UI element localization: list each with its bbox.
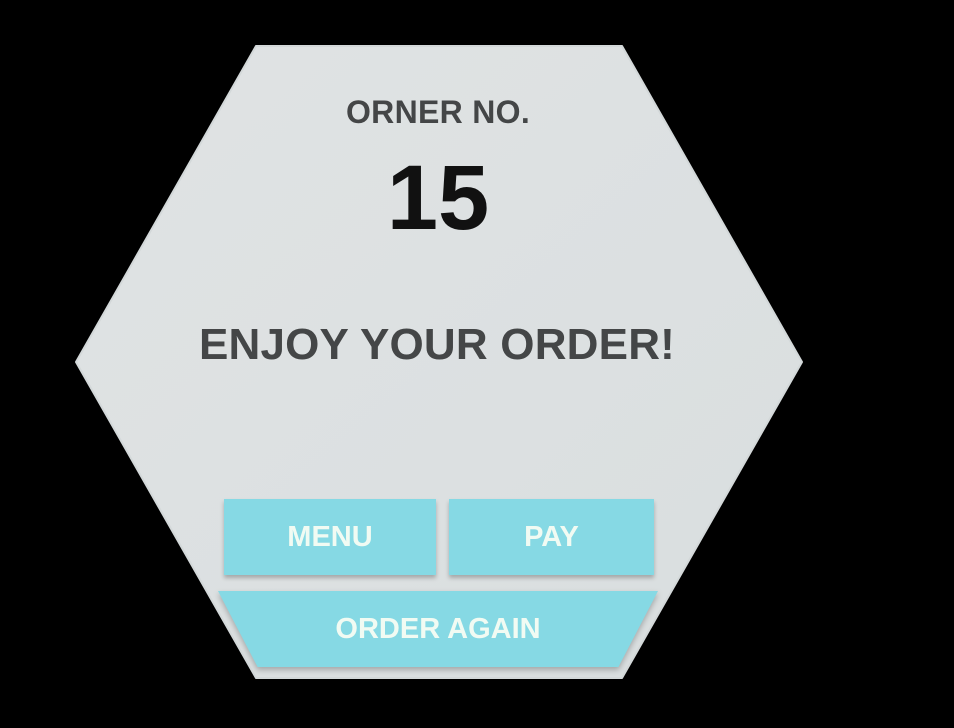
pay-button[interactable]: PAY xyxy=(449,499,654,575)
order-number-value: 15 xyxy=(386,147,490,249)
order-number-label: ORNER NO. xyxy=(345,94,531,130)
thank-you-message: ENJOY YOUR ORDER! xyxy=(198,320,676,369)
order-again-button-wrapper: ORDER AGAIN xyxy=(218,591,658,669)
order-again-button[interactable]: ORDER AGAIN xyxy=(218,591,658,667)
order-complete-screen: ORNER NO. 15 ENJOY YOUR ORDER! MENU PAY … xyxy=(0,0,954,728)
menu-button[interactable]: MENU xyxy=(224,499,436,575)
